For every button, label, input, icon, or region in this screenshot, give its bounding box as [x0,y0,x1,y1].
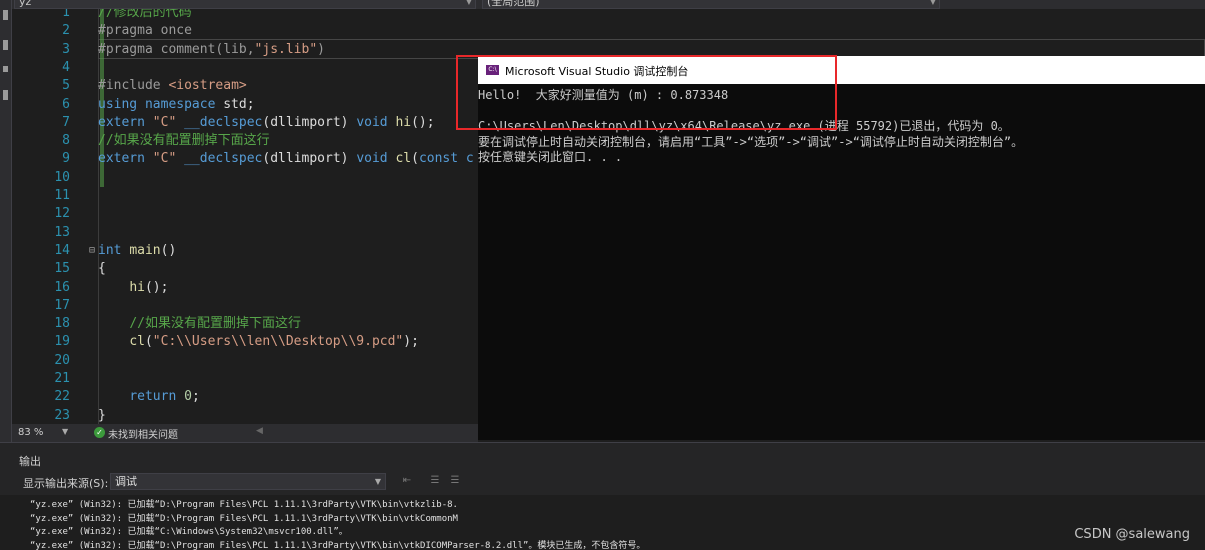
output-line: “yz.exe” (Win32): 已加载“D:\Program Files\P… [30,540,646,550]
line-number: 10 [54,169,70,185]
console-line: 要在调试停止时自动关闭控制台，请启用“工具”->“选项”->“调试”->“调试停… [478,134,1024,149]
output-line: “yz.exe” (Win32): 已加载“D:\Program Files\P… [30,500,458,510]
code-text: hi(); [129,279,169,295]
console-line: 按任意键关闭此窗口. . . [478,150,623,164]
code-text: } [98,407,106,423]
output-source-dropdown[interactable]: 调试 ▼ [110,473,386,490]
line-number: 16 [54,279,70,295]
issues-status[interactable]: 未找到相关问题 [108,426,178,441]
line-number: 23 [54,407,70,423]
server-explorer-tab[interactable] [3,10,8,20]
code-text: { [98,261,106,277]
line-number: 8 [62,133,70,149]
line-number: 22 [54,389,70,405]
line-number: 20 [54,352,70,368]
global-scope-label: (全局范围) [487,0,540,8]
line-number: 17 [54,297,70,313]
code-text: #include <iostream> [98,78,247,94]
word-wrap-icon[interactable]: ☰ [448,474,462,488]
code-text: #pragma comment(lib,"js.lib") [98,41,325,57]
rail-tab[interactable] [3,90,8,100]
line-number: 19 [54,334,70,350]
code-text: using namespace std; [98,96,255,112]
line-number: 13 [54,224,70,240]
line-number: 15 [54,261,70,277]
code-text: #pragma once [98,23,192,39]
left-tool-rail [0,0,12,450]
code-text: extern "C" __declspec(dllimport) void cl… [98,151,474,167]
line-number: 14 [54,242,70,258]
line-number: 7 [62,114,70,130]
clear-all-icon[interactable]: ☰ [428,474,442,488]
line-number: 2 [62,23,70,39]
output-source-value: 调试 [115,475,137,488]
chevron-down-icon: ▼ [374,477,381,486]
output-text-area[interactable]: “yz.exe” (Win32): 已加载“D:\Program Files\P… [0,495,1205,550]
line-number: 18 [54,316,70,332]
line-number: 3 [62,41,70,57]
chevron-down-icon: ▼ [465,0,472,6]
output-source-label: 显示输出来源(S): [23,477,109,490]
line-number: 1 [62,9,70,20]
code-line[interactable]: 1 //修改后的代码 [12,9,1205,22]
console-output[interactable]: Hello! 大家好测量值为 (m) : 0.873348 C:\Users\Le… [478,84,1205,440]
chevron-down-icon: ▼ [929,0,936,6]
output-line: “yz.exe” (Win32): 已加载“C:\Windows\System3… [30,527,348,537]
code-text: int main() [98,242,177,258]
line-number: 6 [62,96,70,112]
watermark: CSDN @salewang [1074,527,1190,542]
line-number: 12 [54,206,70,222]
code-text: return 0; [129,389,200,405]
output-line: “yz.exe” (Win32): 已加载“D:\Program Files\P… [30,513,458,524]
highlight-annotation [456,55,837,130]
file-scope-label: yz [19,0,32,8]
editor-status-strip: 83 % ▼ ✓ 未找到相关问题 ◀ [12,424,478,442]
code-text: //如果没有配置删掉下面这行 [129,316,301,332]
code-text: //如果没有配置删掉下面这行 [98,133,270,149]
code-text: extern "C" __declspec(dllimport) void hi… [98,114,435,130]
output-panel: 输出 显示输出来源(S): 调试 ▼ ⇤ ☰ ☰ “yz.exe” (Win32… [0,442,1205,550]
check-icon: ✓ [94,427,105,438]
collapse-icon[interactable]: ⊟ [89,242,95,260]
file-scope-dropdown[interactable]: yz ▼ [14,0,476,9]
code-line[interactable]: 2 #pragma once [12,22,1205,40]
line-number: 21 [54,371,70,386]
line-number: 9 [62,151,70,167]
find-message-icon[interactable]: ⇤ [400,474,414,488]
global-scope-dropdown[interactable]: (全局范围) ▼ [482,0,940,9]
code-text: //修改后的代码 [98,9,192,20]
code-text: cl("C:\\Users\\len\\Desktop\\9.pcd"); [129,334,419,350]
line-number: 4 [62,59,70,75]
output-title: 输出 [19,455,41,468]
toolbox-tab[interactable] [3,40,8,50]
navigation-bar: yz ▼ (全局范围) ▼ [0,0,1205,9]
zoom-level[interactable]: 83 % [18,427,43,438]
scroll-left-icon[interactable]: ◀ [256,426,263,436]
chevron-down-icon[interactable]: ▼ [62,427,68,436]
line-number: 11 [54,188,70,203]
rail-tab[interactable] [3,66,8,72]
line-number: 5 [62,78,70,94]
